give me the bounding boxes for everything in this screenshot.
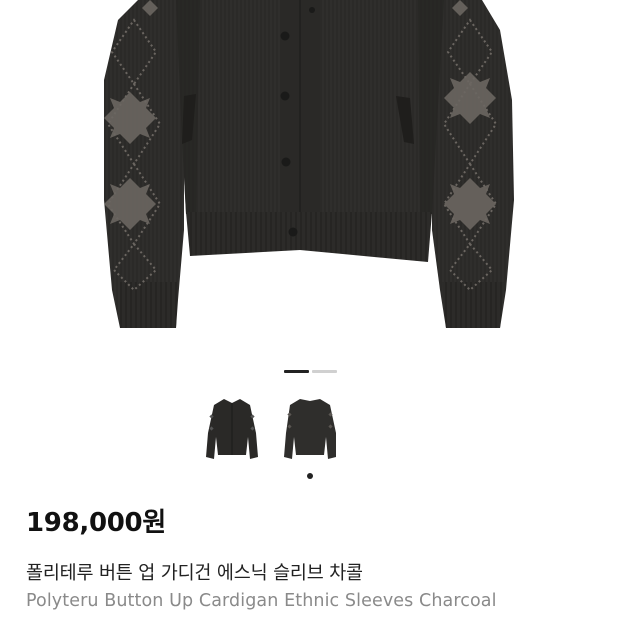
image-pager-indicator	[0, 370, 620, 374]
product-price: 198,000원	[26, 508, 166, 538]
selected-thumbnail-dot	[307, 473, 313, 479]
thumbnail-back[interactable]	[280, 393, 340, 465]
product-title-korean: 폴리테루 버튼 업 가디건 에스닉 슬리브 차콜	[26, 563, 363, 584]
pager-segment-inactive	[312, 370, 337, 373]
cardigan-front-thumbnail	[206, 399, 258, 459]
cardigan-back-thumbnail	[284, 399, 336, 459]
product-title-english: Polyteru Button Up Cardigan Ethnic Sleev…	[26, 591, 497, 611]
product-main-image[interactable]	[0, 0, 620, 350]
thumbnail-front[interactable]	[202, 393, 262, 465]
cardigan-photo	[104, 0, 514, 328]
thumbnail-strip	[0, 393, 620, 483]
pager-segment-active	[284, 370, 309, 373]
